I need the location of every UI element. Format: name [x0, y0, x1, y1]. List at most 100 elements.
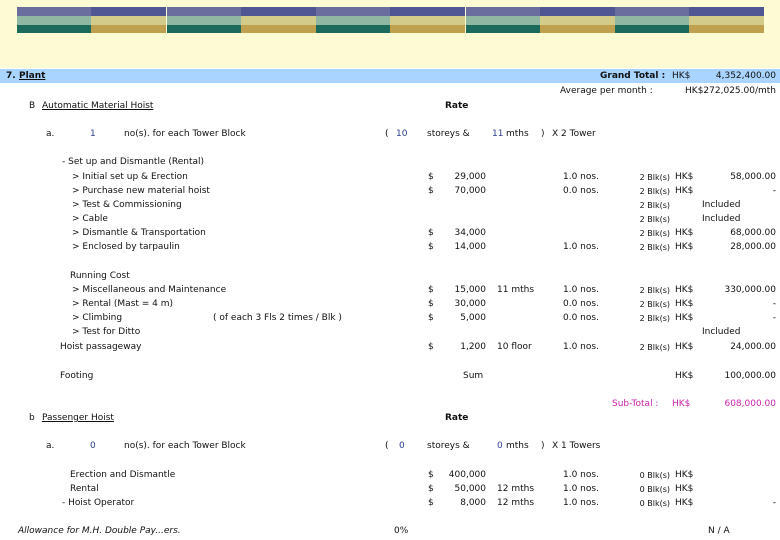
mths-num[interactable]: 0	[497, 441, 503, 452]
row-blocks: 2 Blk(s)	[639, 314, 670, 323]
allowance-percent: 0%	[394, 526, 409, 536]
row-rate: 1,200	[460, 342, 486, 352]
row-currency2: HK$	[675, 228, 694, 238]
hoist-title-link[interactable]: Automatic Material Hoist	[42, 101, 153, 112]
row-duration: 11 mths	[497, 285, 535, 295]
hoist-count[interactable]: 1	[90, 129, 96, 140]
row-label: > Miscellaneous and Maintenance	[72, 285, 227, 295]
row-currency2: HK$	[675, 371, 694, 381]
hoist-count[interactable]: 0	[90, 441, 96, 452]
hoist2-title-link[interactable]: Passenger Hoist	[42, 413, 114, 424]
row-label: > Rental (Mast = 4 m)	[72, 299, 174, 309]
spec-text: no(s). for each Tower Block	[124, 441, 246, 451]
climbing-note: ( of each 3 Fls 2 times / Blk )	[213, 313, 342, 323]
spec-prefix: a.	[46, 441, 55, 451]
row-currency2: HK$	[675, 285, 694, 295]
storeys-num[interactable]: 10	[396, 129, 407, 140]
spec-paren-close: )	[541, 441, 545, 451]
storeys-num[interactable]: 0	[399, 441, 405, 452]
subtotal-currency: HK$	[672, 399, 691, 409]
row-amount: Included	[702, 200, 741, 210]
average-value: HK$272,025.00/mth	[685, 86, 776, 96]
row-qty: 1.0 nos.	[563, 470, 599, 480]
setup-heading: - Set up and Dismantle (Rental)	[62, 157, 205, 167]
row-rate: 400,000	[448, 470, 486, 480]
spec-paren-close: )	[541, 129, 545, 139]
row-blocks: 0 Blk(s)	[639, 499, 670, 508]
row-qty: 0.0 nos.	[563, 299, 599, 309]
spec-paren-open: (	[385, 129, 389, 139]
row-currency2: HK$	[675, 172, 694, 182]
row-label: > Initial set up & Erection	[72, 172, 188, 182]
row-amount: -	[772, 186, 776, 196]
row-label: Hoist passageway	[60, 342, 142, 352]
row-qty: 1.0 nos.	[563, 484, 599, 494]
header-banner	[0, 0, 780, 68]
allowance-value: N / A	[708, 526, 730, 536]
row-label: Rental	[70, 484, 99, 494]
row-amount: 68,000.00	[730, 228, 776, 238]
row-rate: 15,000	[454, 285, 487, 295]
row-qty: 1.0 nos.	[563, 172, 599, 182]
row-currency: $	[428, 186, 434, 196]
row-qty: 1.0 nos.	[563, 498, 599, 508]
banner-tile	[466, 7, 615, 33]
row-label: > Enclosed by tarpaulin	[72, 242, 180, 252]
row-amount: -	[772, 313, 776, 323]
rate-header: Rate	[445, 101, 469, 111]
row-label: > Purchase new material hoist	[72, 186, 210, 196]
section-number: 7.	[6, 71, 16, 81]
row-label: > Cable	[72, 214, 108, 224]
row-rate: 70,000	[454, 186, 487, 196]
spec-paren-open: (	[385, 441, 389, 451]
average-label: Average per month :	[560, 86, 653, 96]
row-blocks: 2 Blk(s)	[639, 229, 670, 238]
row-currency2: HK$	[675, 313, 694, 323]
row-currency: $	[428, 242, 434, 252]
row-currency2: HK$	[675, 470, 694, 480]
row-currency2: HK$	[675, 484, 694, 494]
row-duration: 10 floor	[497, 342, 532, 352]
row-amount: Included	[702, 327, 741, 337]
mths-label: mths	[506, 129, 529, 139]
row-blocks: 2 Blk(s)	[639, 173, 670, 182]
storeys-label: storeys &	[427, 441, 470, 451]
row-currency: $	[428, 313, 434, 323]
row-label: > Test for Ditto	[72, 327, 141, 337]
subtotal-label: Sub-Total :	[612, 399, 659, 409]
row-label: > Test & Commissioning	[72, 200, 182, 210]
storeys-label: storeys &	[427, 129, 470, 139]
row-currency2: HK$	[675, 242, 694, 252]
row-duration: 12 mths	[497, 484, 535, 494]
row-qty: 0.0 nos.	[563, 313, 599, 323]
row-rate: 34,000	[454, 228, 487, 238]
banner-tile	[167, 7, 316, 33]
towers-label: X 1 Towers	[552, 441, 601, 451]
row-amount: Included	[702, 214, 741, 224]
row-qty: 1.0 nos.	[563, 342, 599, 352]
row-currency: $	[428, 498, 434, 508]
row-amount: 330,000.00	[724, 285, 776, 295]
row-rate: 30,000	[454, 299, 487, 309]
row-label: - Hoist Operator	[62, 498, 135, 508]
hoist2-title-prefix: b	[29, 413, 35, 423]
row-amount: -	[772, 498, 776, 508]
row-amount: 100,000.00	[724, 371, 776, 381]
row-currency: $	[428, 484, 434, 494]
row-label: Erection and Dismantle	[70, 470, 176, 480]
row-blocks: 2 Blk(s)	[639, 201, 670, 210]
row-label: Footing	[60, 371, 94, 381]
banner-tile	[17, 7, 166, 33]
row-rate: Sum	[463, 371, 484, 381]
row-qty: 0.0 nos.	[563, 186, 599, 196]
mths-num[interactable]: 11	[492, 129, 503, 140]
row-currency: $	[428, 299, 434, 309]
row-amount: 24,000.00	[730, 342, 776, 352]
spec-prefix: a.	[46, 129, 55, 139]
row-duration: 12 mths	[497, 498, 535, 508]
row-rate: 14,000	[454, 242, 487, 252]
section-name-link[interactable]: Plant	[19, 71, 45, 82]
row-blocks: 2 Blk(s)	[639, 343, 670, 352]
row-currency2: HK$	[675, 186, 694, 196]
row-label: > Dismantle & Transportation	[72, 228, 206, 238]
